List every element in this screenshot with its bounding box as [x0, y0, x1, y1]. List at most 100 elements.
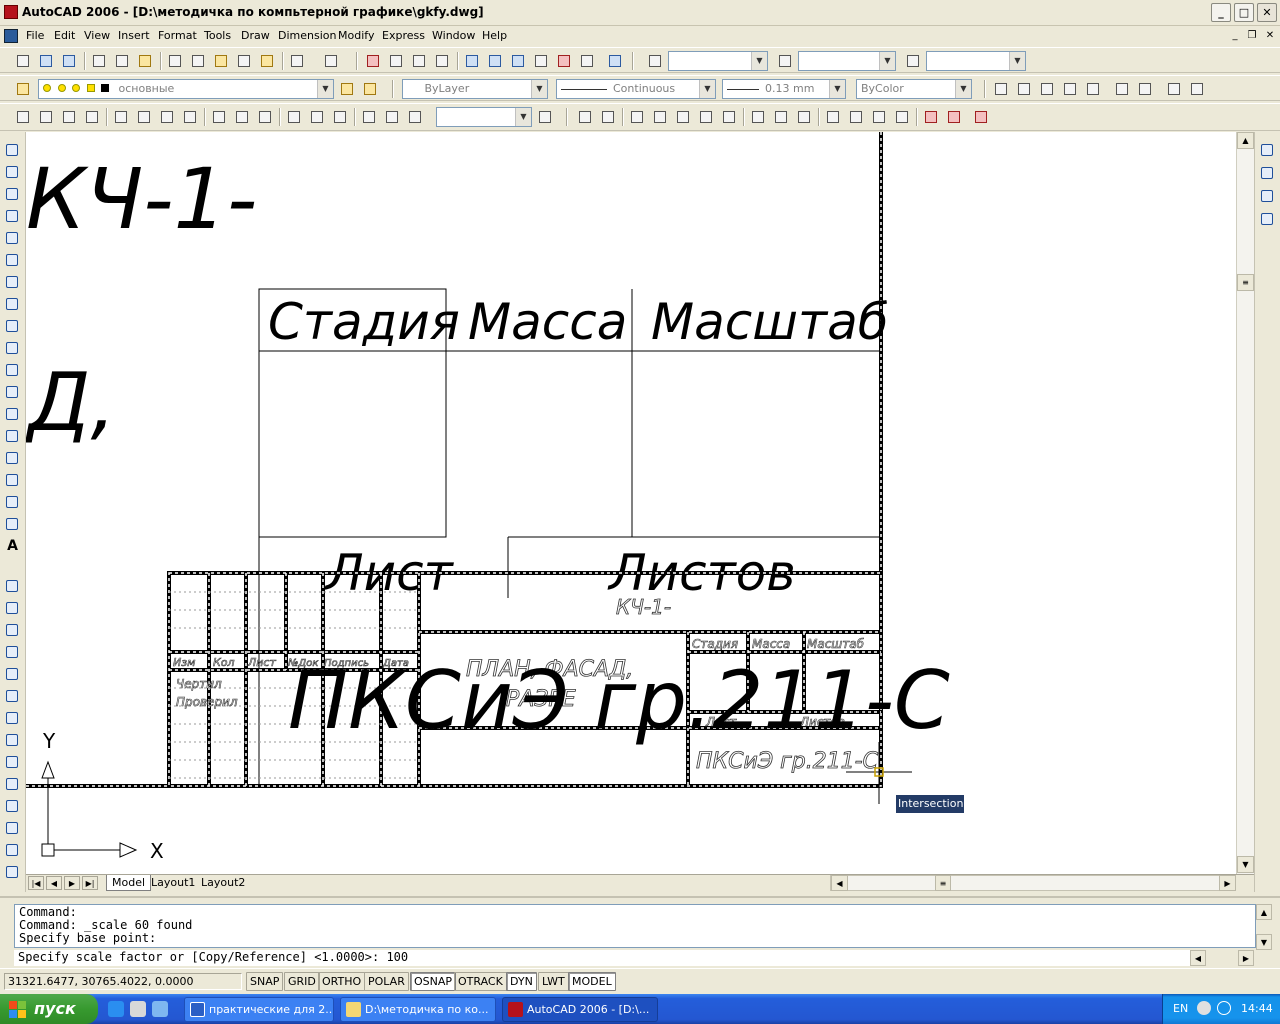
dimension-edit-icon[interactable]	[360, 108, 378, 126]
start-button[interactable]: пуск	[0, 994, 98, 1024]
doc-minimize-icon[interactable]: _	[1228, 29, 1242, 43]
cmd-scroll-left-icon[interactable]: ◀	[1190, 950, 1206, 966]
redo-icon[interactable]	[322, 52, 340, 70]
scroll-up-icon[interactable]: ▲	[1237, 132, 1254, 149]
plotstyle-combo[interactable]: ByColor ▼	[856, 79, 972, 99]
dim-style-combo[interactable]: ▼	[798, 51, 896, 71]
sheet-set-icon[interactable]	[532, 52, 550, 70]
rectangle-icon[interactable]	[4, 230, 21, 247]
autocad-app-icon[interactable]	[4, 5, 18, 19]
bring-above-icon[interactable]	[1259, 188, 1276, 205]
circle-icon[interactable]	[4, 274, 21, 291]
quick-dimension-icon[interactable]	[210, 108, 228, 126]
plot-preview-icon[interactable]	[113, 52, 131, 70]
grid-toggle[interactable]: GRID	[284, 972, 320, 991]
snap-insert-icon[interactable]	[870, 108, 888, 126]
dyn-toggle[interactable]: DYN	[506, 972, 537, 991]
revision-cloud-icon[interactable]	[4, 296, 21, 313]
zoom-center-icon[interactable]	[1061, 80, 1079, 98]
polygon-icon[interactable]	[4, 208, 21, 225]
snap-intersection-icon[interactable]	[674, 108, 692, 126]
menu-dimension[interactable]: Dimension	[278, 29, 336, 42]
copy-icon[interactable]	[189, 52, 207, 70]
ie-quicklaunch-icon[interactable]	[108, 1001, 124, 1017]
zoom-realtime-icon[interactable]	[387, 52, 405, 70]
desktop-quicklaunch-icon[interactable]	[152, 1001, 168, 1017]
trim-icon[interactable]	[4, 776, 21, 793]
aligned-dimension-icon[interactable]	[37, 108, 55, 126]
ordinate-icon[interactable]	[83, 108, 101, 126]
move-icon[interactable]	[4, 688, 21, 705]
arc-length-icon[interactable]	[60, 108, 78, 126]
zoom-window-icon[interactable]	[410, 52, 428, 70]
snap-parallel-icon[interactable]	[847, 108, 865, 126]
tab-model[interactable]: Model	[106, 875, 152, 891]
menu-help[interactable]: Help	[482, 29, 507, 42]
ellipse-arc-icon[interactable]	[4, 362, 21, 379]
menu-file[interactable]: File	[26, 29, 44, 42]
lwt-toggle[interactable]: LWT	[538, 972, 569, 991]
polyline-icon[interactable]	[4, 186, 21, 203]
dimension-style-icon[interactable]	[536, 108, 554, 126]
stretch-icon[interactable]	[4, 754, 21, 771]
ellipse-icon[interactable]	[4, 340, 21, 357]
menu-tools[interactable]: Tools	[204, 29, 231, 42]
help-icon[interactable]	[606, 52, 624, 70]
task-explorer[interactable]: D:\методичка по ко...	[340, 997, 496, 1022]
dimension-text-edit-icon[interactable]	[383, 108, 401, 126]
array-icon[interactable]	[4, 666, 21, 683]
zoom-extents-icon[interactable]	[1188, 80, 1206, 98]
markup-icon[interactable]	[555, 52, 573, 70]
snap-extension-icon[interactable]	[720, 108, 738, 126]
break-icon[interactable]	[4, 820, 21, 837]
snap-node-icon[interactable]	[893, 108, 911, 126]
jogged-icon[interactable]	[135, 108, 153, 126]
doc-close-icon[interactable]: ✕	[1263, 29, 1277, 43]
radius-icon[interactable]	[112, 108, 130, 126]
tab-layout2[interactable]: Layout2	[196, 875, 250, 891]
extend-icon[interactable]	[4, 798, 21, 815]
vertical-scrollbar[interactable]: ▲ ≡ ▼	[1236, 132, 1254, 874]
copy-object-icon[interactable]	[4, 600, 21, 617]
tolerance-icon[interactable]	[308, 108, 326, 126]
cmd-scroll-down-icon[interactable]: ▼	[1256, 934, 1272, 950]
send-to-back-icon[interactable]	[1259, 165, 1276, 182]
volume-icon[interactable]	[1197, 1001, 1211, 1015]
line-icon[interactable]	[4, 142, 21, 159]
table-style-icon[interactable]	[904, 52, 922, 70]
layer-manager-icon[interactable]	[14, 80, 32, 98]
dimstyle-control-combo[interactable]: ▼	[436, 107, 532, 127]
block-editor-icon[interactable]	[258, 52, 276, 70]
dimension-update-icon[interactable]	[406, 108, 424, 126]
make-block-icon[interactable]	[4, 406, 21, 423]
dim-style-icon[interactable]	[776, 52, 794, 70]
rotate-icon[interactable]	[4, 710, 21, 727]
point-icon[interactable]	[4, 428, 21, 445]
gradient-icon[interactable]	[4, 472, 21, 489]
properties-icon[interactable]	[463, 52, 481, 70]
snap-toggle[interactable]: SNAP	[246, 972, 284, 991]
zoom-dynamic-icon[interactable]	[1015, 80, 1033, 98]
erase-icon[interactable]	[4, 578, 21, 595]
arc-icon[interactable]	[4, 252, 21, 269]
angular-icon[interactable]	[181, 108, 199, 126]
center-mark-icon[interactable]	[331, 108, 349, 126]
otrack-toggle[interactable]: OTRACK	[454, 972, 507, 991]
region-icon[interactable]	[4, 494, 21, 511]
multiline-text-icon[interactable]: A	[4, 538, 21, 555]
cmd-scroll-up-icon[interactable]: ▲	[1256, 904, 1272, 920]
snap-center-icon[interactable]	[749, 108, 767, 126]
cmd-scroll-right-icon[interactable]: ▶	[1238, 950, 1254, 966]
table-style-combo[interactable]: ▼	[926, 51, 1026, 71]
document-icon[interactable]	[4, 29, 18, 43]
quick-leader-icon[interactable]	[285, 108, 303, 126]
menu-insert[interactable]: Insert	[118, 29, 150, 42]
chamfer-icon[interactable]	[4, 864, 21, 881]
zoom-window-tb-icon[interactable]	[992, 80, 1010, 98]
menu-view[interactable]: View	[84, 29, 110, 42]
text-style-icon[interactable]	[646, 52, 664, 70]
minimize-button[interactable]: _	[1211, 3, 1231, 22]
menu-draw[interactable]: Draw	[241, 29, 270, 42]
match-properties-icon[interactable]	[235, 52, 253, 70]
snap-from-icon[interactable]	[599, 108, 617, 126]
